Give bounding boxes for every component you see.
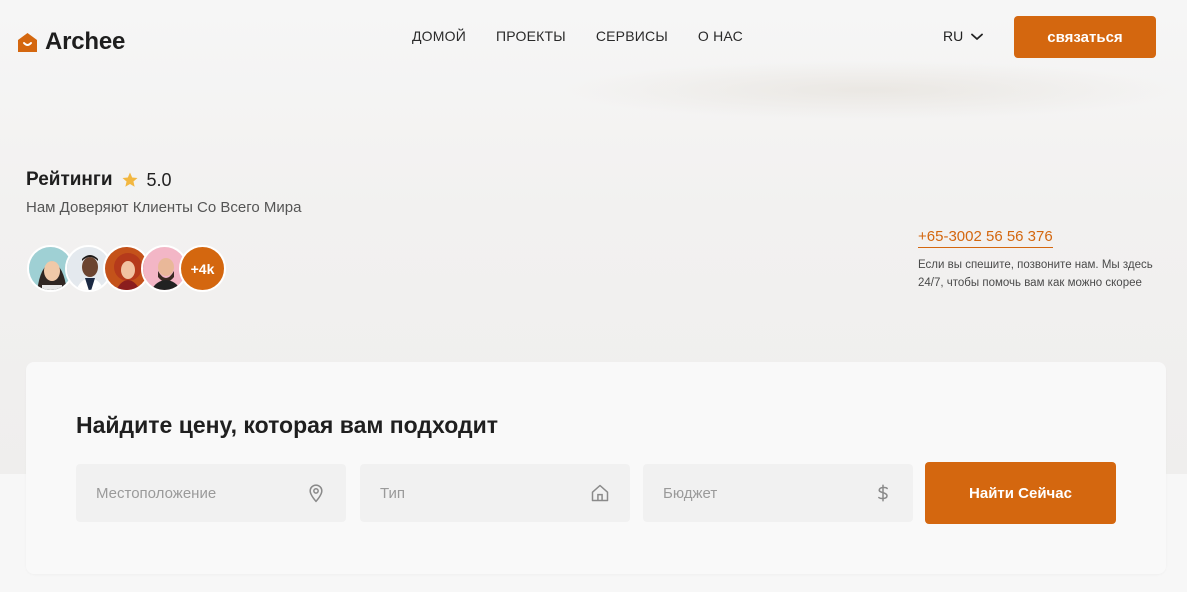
type-input[interactable] <box>380 484 560 502</box>
search-title: Найдите цену, которая вам подходит <box>76 412 498 438</box>
chevron-down-icon <box>971 28 984 44</box>
dollar-icon <box>873 483 893 503</box>
language-label: RU <box>943 28 964 44</box>
phone-link[interactable]: +65-3002 56 56 376 <box>918 228 1053 248</box>
find-now-button[interactable]: Найти Сейчас <box>925 462 1116 524</box>
logo[interactable]: Archee <box>16 28 125 56</box>
nav-item-home[interactable]: ДОМОЙ <box>412 28 466 44</box>
logo-text: Archee <box>45 28 126 55</box>
more-clients-badge: +4k <box>179 245 226 292</box>
rating-value: 5.0 <box>146 169 172 190</box>
type-field[interactable] <box>360 464 630 522</box>
contact-button[interactable]: связаться <box>1014 16 1156 58</box>
star-icon <box>121 171 139 189</box>
budget-field[interactable] <box>643 464 913 522</box>
phone-note: Если вы спешите, позвоните нам. Мы здесь… <box>918 259 1153 289</box>
location-pin-icon <box>306 483 326 503</box>
ratings-row: Рейтинги 5.0 <box>26 169 172 191</box>
nav-item-services[interactable]: СЕРВИСЫ <box>596 28 668 44</box>
location-field[interactable] <box>76 464 346 522</box>
nav-item-about[interactable]: О НАС <box>698 28 743 44</box>
house-logo-icon <box>16 31 39 54</box>
price-search-card: Найдите цену, которая вам подходит Найти… <box>26 362 1166 574</box>
ratings-title: Рейтинги <box>26 169 113 190</box>
ratings-subtitle: Нам Доверяют Клиенты Со Всего Мира <box>26 199 302 216</box>
nav-item-projects[interactable]: ПРОЕКТЫ <box>496 28 566 44</box>
home-icon <box>590 483 610 503</box>
budget-input[interactable] <box>663 484 843 502</box>
location-input[interactable] <box>96 484 276 502</box>
main-nav: ДОМОЙ ПРОЕКТЫ СЕРВИСЫ О НАС <box>412 28 743 44</box>
language-selector[interactable]: RU <box>943 28 984 44</box>
